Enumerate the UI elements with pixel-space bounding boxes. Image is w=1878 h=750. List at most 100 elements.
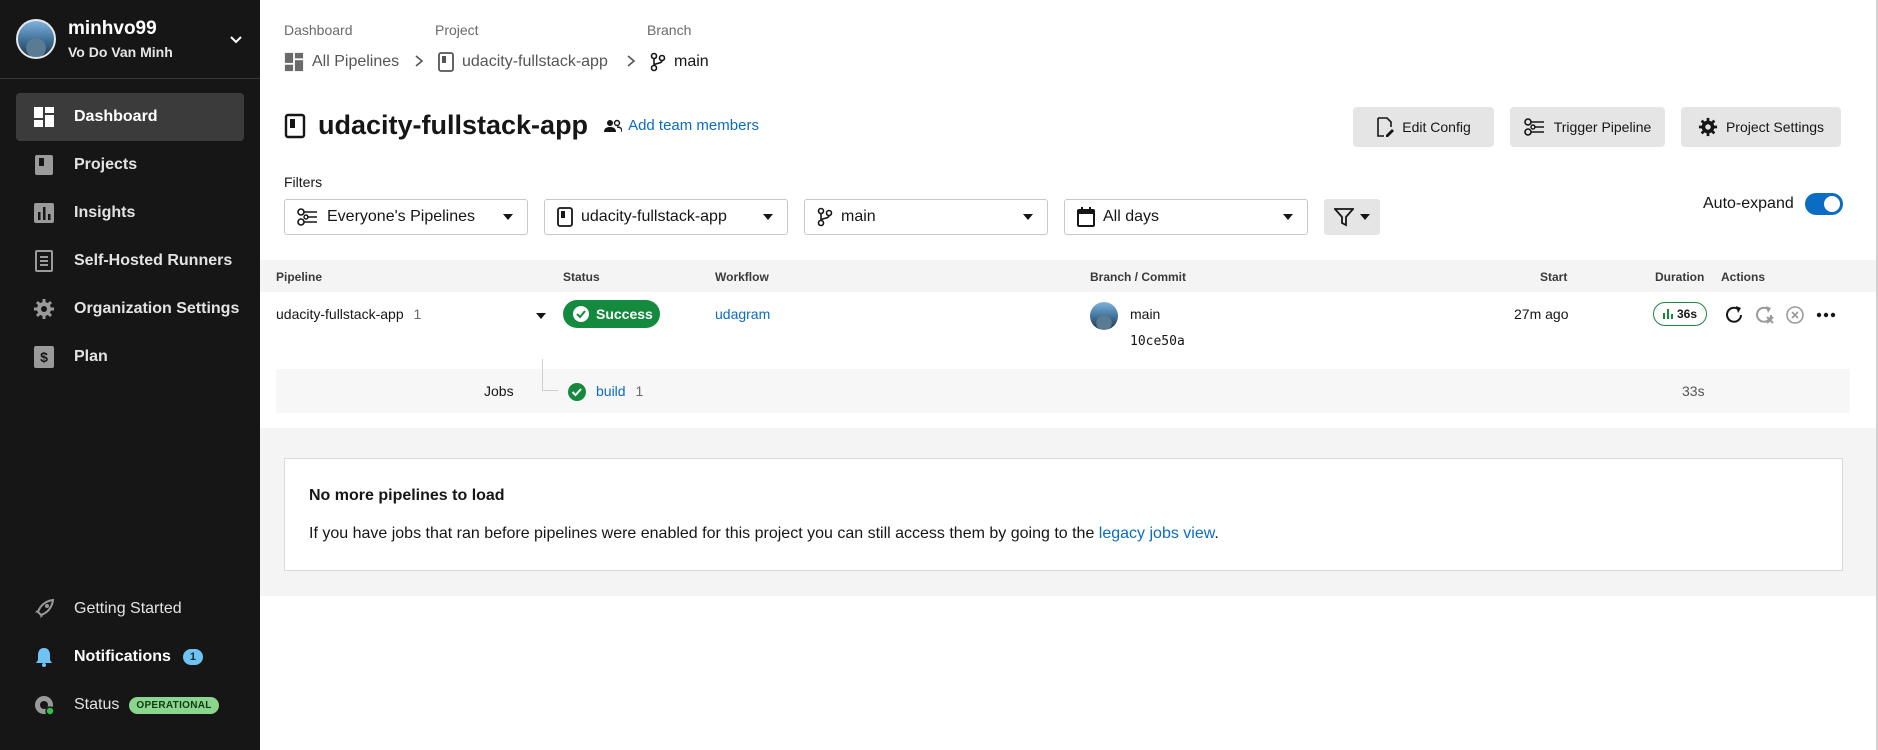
user-full-name: Vo Do Van Minh [68, 44, 173, 60]
sidebar-item-runners[interactable]: Self-Hosted Runners [16, 237, 244, 285]
caret-down-icon[interactable] [536, 312, 546, 320]
pipelines-filter-value: Everyone's Pipelines [327, 208, 476, 225]
duration-value: 36s [1676, 307, 1698, 321]
advanced-filter-button[interactable] [1324, 199, 1380, 235]
project-filter-value: udacity-fullstack-app [581, 208, 727, 225]
date-filter-select[interactable]: All days [1064, 199, 1308, 235]
chevron-right-icon [415, 55, 424, 67]
breadcrumb-project-link[interactable]: udacity-fullstack-app [438, 52, 608, 72]
dashboard-icon [284, 52, 304, 72]
breadcrumb-project-value: udacity-fullstack-app [462, 53, 608, 70]
col-actions: Actions [1721, 270, 1766, 284]
app-root: minhvo99 Vo Do Van Minh Dashboard Projec… [0, 0, 1878, 750]
trigger-pipeline-button[interactable]: Trigger Pipeline [1510, 107, 1665, 147]
caret-down-icon [1023, 214, 1033, 220]
date-filter-value: All days [1103, 208, 1160, 225]
project-settings-button[interactable]: Project Settings [1681, 107, 1841, 147]
breadcrumb-dashboard-value: All Pipelines [312, 53, 400, 70]
gear-icon [32, 297, 56, 321]
caret-down-icon [763, 214, 773, 220]
card-text-body: If you have jobs that ran before pipelin… [309, 525, 1099, 542]
job-name: build [596, 383, 626, 399]
sidebar-item-getting-started[interactable]: Getting Started [16, 585, 244, 633]
chevron-right-icon [627, 55, 636, 67]
check-circle-icon [568, 383, 586, 401]
project-icon [438, 52, 454, 72]
table-row: udacity-fullstack-app 1 Success udagram … [260, 292, 1878, 368]
notifications-label: Notifications [74, 648, 171, 665]
legacy-jobs-link[interactable]: legacy jobs view [1099, 525, 1215, 542]
pipelines-table-header: Pipeline Status Workflow Branch / Commit… [260, 260, 1878, 292]
add-team-members-label: Add team members [628, 117, 759, 134]
branch-icon [817, 207, 833, 227]
tree-connector [542, 359, 558, 391]
sidebar-item-status[interactable]: Status OPERATIONAL [16, 681, 244, 729]
pipeline-name[interactable]: udacity-fullstack-app 1 [276, 306, 421, 322]
breadcrumb-dashboard-link[interactable]: All Pipelines [284, 52, 399, 72]
sidebar-item-projects[interactable]: Projects [16, 141, 244, 189]
dollar-icon: $ [32, 345, 56, 369]
col-workflow: Workflow [715, 270, 769, 284]
caret-down-icon [1360, 214, 1370, 220]
status-badge[interactable]: Success [563, 300, 660, 328]
pipeline-icon [1523, 118, 1544, 136]
card-text: If you have jobs that ran before pipelin… [309, 525, 1219, 543]
project-settings-label: Project Settings [1725, 119, 1825, 135]
trigger-pipeline-label: Trigger Pipeline [1553, 119, 1652, 135]
projects-icon [32, 153, 56, 177]
main-content: Dashboard All Pipelines Project udacity-… [260, 0, 1878, 750]
user-menu[interactable]: minhvo99 Vo Do Van Minh [16, 18, 246, 60]
project-icon [284, 113, 306, 138]
cancel-icon[interactable] [1785, 305, 1805, 325]
avatar [16, 19, 56, 59]
job-link[interactable]: build 1 [596, 383, 643, 399]
branch-name[interactable]: main [1130, 306, 1160, 322]
page-title: udacity-fullstack-app [318, 110, 589, 140]
edit-config-button[interactable]: Edit Config [1353, 107, 1494, 147]
notifications-count-badge: 1 [182, 649, 204, 665]
sidebar-item-insights[interactable]: Insights [16, 189, 244, 237]
breadcrumb-branch-link[interactable]: main [650, 52, 709, 72]
breadcrumb-branch-value: main [674, 53, 709, 70]
breadcrumb-project-label: Project [435, 22, 479, 38]
workflow-link[interactable]: udagram [715, 306, 770, 322]
rerun-icon[interactable] [1723, 304, 1745, 326]
job-duration: 33s [1682, 383, 1705, 399]
more-icon[interactable] [1816, 312, 1836, 318]
rerun-failed-icon[interactable] [1753, 304, 1775, 326]
col-status: Status [563, 270, 600, 284]
rocket-icon [32, 597, 56, 621]
status-badge: OPERATIONAL [129, 696, 219, 714]
add-team-members-link[interactable]: Add team members [604, 117, 759, 134]
job-number: 1 [635, 383, 644, 399]
no-more-pipelines-card: No more pipelines to load If you have jo… [284, 458, 1843, 571]
people-icon [604, 119, 623, 132]
branch-filter-select[interactable]: main [804, 199, 1048, 235]
sidebar-item-org-settings[interactable]: Organization Settings [16, 285, 244, 333]
pipeline-icon [297, 208, 317, 226]
duration-badge[interactable]: 36s [1653, 302, 1707, 326]
pipeline-number: 1 [413, 306, 422, 322]
sidebar-item-dashboard[interactable]: Dashboard [16, 93, 244, 141]
sidebar-item-label: Plan [74, 348, 108, 365]
pipelines-filter-select[interactable]: Everyone's Pipelines [284, 199, 528, 235]
sidebar-item-plan[interactable]: $ Plan [16, 333, 244, 381]
bell-icon [32, 645, 56, 669]
filters-label: Filters [284, 174, 323, 190]
sidebar-item-label: Insights [74, 204, 136, 221]
sidebar-item-notifications[interactable]: Notifications 1 [16, 633, 244, 681]
jobs-label: Jobs [484, 383, 514, 399]
commit-hash[interactable]: 10ce50a [1130, 334, 1185, 349]
chevron-down-icon[interactable] [226, 30, 246, 50]
dashboard-icon [32, 105, 56, 129]
auto-expand-toggle[interactable] [1805, 193, 1843, 215]
col-branch-commit: Branch / Commit [1090, 270, 1187, 284]
filter-icon [1334, 208, 1354, 227]
sidebar-item-label: Projects [74, 156, 138, 173]
insights-icon [32, 201, 56, 225]
card-text-period: . [1214, 525, 1219, 542]
sidebar-item-label: Organization Settings [74, 300, 240, 317]
sidebar-item-label: Self-Hosted Runners [74, 252, 233, 269]
pipeline-project: udacity-fullstack-app [276, 306, 404, 322]
project-filter-select[interactable]: udacity-fullstack-app [544, 199, 788, 235]
